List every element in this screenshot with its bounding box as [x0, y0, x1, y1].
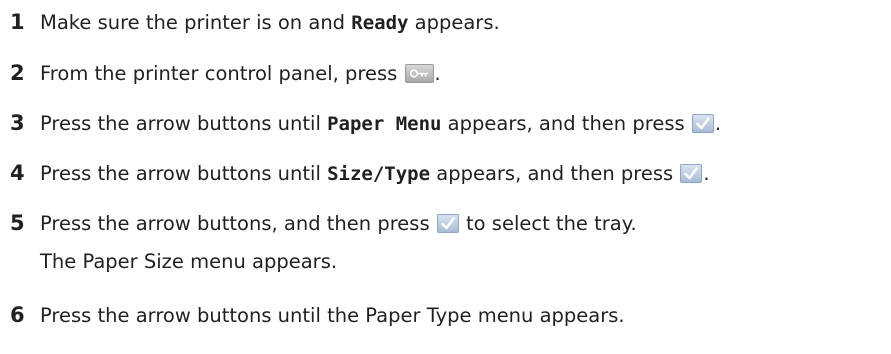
step-number: 6 [10, 303, 25, 327]
instruction-steps: 1 Make sure the printer is on and Ready a… [0, 0, 891, 354]
step-5: 5 Press the arrow buttons, and then press… [10, 210, 637, 237]
step-text: . [703, 162, 710, 185]
step-text: From the printer control panel, press [40, 62, 404, 85]
step-number: 4 [10, 161, 25, 185]
step-2: 2 From the printer control panel, press . [10, 60, 441, 87]
step-text: Make sure the printer is on and [40, 11, 352, 34]
step-text: Press the arrow buttons, and then press [40, 212, 436, 235]
step-5-note: The Paper Size menu appears. [40, 250, 338, 273]
step-number: 1 [10, 10, 25, 34]
step-4: 4 Press the arrow buttons until Size/Type… [10, 160, 710, 187]
step-text: appears, and then press [430, 162, 680, 185]
step-number: 2 [10, 61, 25, 85]
step-text: Press the arrow buttons until [40, 162, 328, 185]
display-message: Paper Menu [327, 113, 442, 135]
step-3: 3 Press the arrow buttons until Paper Men… [10, 110, 721, 137]
display-message: Size/Type [327, 163, 431, 185]
display-message: Ready [351, 12, 409, 34]
step-text: Press the arrow buttons until [40, 112, 328, 135]
step-text: to select the tray. [459, 212, 637, 235]
step-text: Press the arrow buttons until the Paper … [40, 304, 625, 327]
step-1: 1 Make sure the printer is on and Ready a… [10, 9, 500, 36]
step-number: 3 [10, 111, 25, 135]
checkmark-icon [691, 114, 714, 133]
step-6: 6 Press the arrow buttons until the Paper… [10, 302, 625, 329]
step-text: . [434, 62, 441, 85]
step-text: appears. [408, 11, 500, 34]
step-number: 5 [10, 211, 25, 235]
key-icon [404, 64, 434, 83]
checkmark-icon [680, 164, 703, 183]
checkmark-icon [436, 214, 459, 233]
step-text: . [714, 112, 722, 135]
step-text: appears, and then press [441, 112, 691, 135]
